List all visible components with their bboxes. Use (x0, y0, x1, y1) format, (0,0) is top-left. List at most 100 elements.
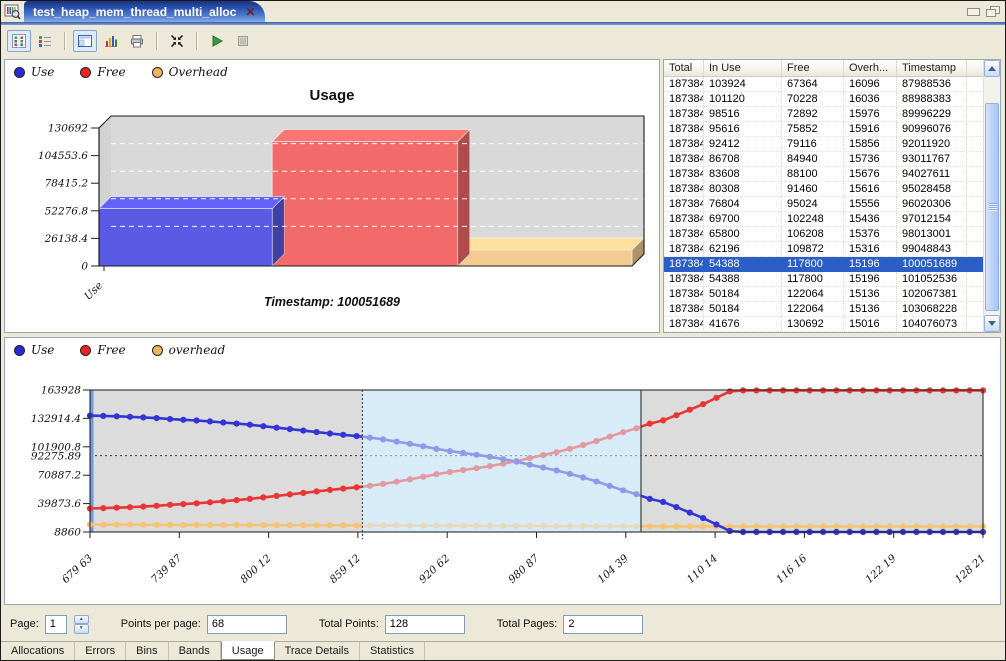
table-cell: 187384 (664, 317, 704, 331)
table-cell: 50184 (704, 302, 782, 316)
table-cell: 99048843 (897, 242, 967, 256)
table-cell: 15016 (844, 317, 897, 331)
svg-text:163928: 163928 (41, 385, 81, 397)
table-cell: 101052536 (897, 272, 967, 286)
table-cell: 103924 (704, 77, 782, 91)
spinner-down-icon[interactable]: ▼ (74, 624, 89, 634)
tab-trace-details[interactable]: Trace Details (275, 642, 360, 660)
svg-text:116 16: 116 16 (774, 552, 810, 586)
svg-text:800 12: 800 12 (238, 552, 274, 586)
total-pages-value (563, 615, 643, 634)
usage-bar-chart: 026138.452276.878415.2104553.6130692UseU… (5, 60, 659, 332)
free-legend-dot (80, 67, 91, 78)
table-row[interactable]: 18738480308914601561695028458 (664, 182, 983, 197)
editor-layout-icon[interactable] (73, 30, 97, 52)
table-cell: 83608 (704, 167, 782, 181)
table-row[interactable]: 18738483608881001567694027611 (664, 167, 983, 182)
table-cell: 87988536 (897, 77, 967, 91)
svg-text:122 19: 122 19 (863, 552, 899, 586)
table-cell: 86708 (704, 152, 782, 166)
scroll-down-icon[interactable] (984, 315, 1000, 332)
column-header-in-use[interactable]: In Use (704, 60, 782, 76)
column-header-total[interactable]: Total (664, 60, 704, 76)
column-header-overh[interactable]: Overh... (844, 60, 897, 76)
table-cell: 89996229 (897, 107, 967, 121)
table-scrollbar[interactable] (983, 60, 1000, 332)
table-cell: 187384 (664, 152, 704, 166)
gallery-view-icon[interactable] (7, 30, 31, 52)
table-row[interactable]: 1873844167613069215016104076073 (664, 317, 983, 332)
list-view-icon[interactable] (33, 30, 57, 52)
tab-errors[interactable]: Errors (75, 642, 126, 660)
legend-item: Free (80, 343, 125, 357)
table-row[interactable]: 1873845018412206415136102067381 (664, 287, 983, 302)
tab-allocations[interactable]: Allocations (1, 642, 75, 660)
svg-text:110 14: 110 14 (685, 552, 720, 586)
table-row[interactable]: 187384658001062081537698013001 (664, 227, 983, 242)
points-per-page-input[interactable] (207, 615, 287, 634)
bar-chart-icon[interactable] (99, 30, 123, 52)
editor-tab[interactable]: test_heap_mem_thread_multi_alloc ✕ (24, 1, 265, 22)
tab-bins[interactable]: Bins (126, 642, 168, 660)
table-cell: 95028458 (897, 182, 967, 196)
scrollbar-thumb[interactable] (985, 103, 999, 311)
print-icon[interactable] (125, 30, 149, 52)
table-row[interactable]: 1873845018412206415136103068228 (664, 302, 983, 317)
svg-text:26138.4: 26138.4 (44, 233, 88, 245)
run-icon[interactable] (205, 30, 229, 52)
usage-line-chart[interactable]: 886039873.670887.2101900.8132914.4163928… (5, 338, 1000, 604)
table-row[interactable]: 187384621961098721531699048843 (664, 242, 983, 257)
table-cell: 54388 (704, 257, 782, 271)
fit-window-icon[interactable] (165, 30, 189, 52)
page-input[interactable] (45, 615, 67, 634)
table-row[interactable]: 18738498516728921597689996229 (664, 107, 983, 122)
table-row[interactable]: 187384697001022481543697012154 (664, 212, 983, 227)
application-window: test_heap_mem_thread_multi_alloc ✕ Use Fr… (0, 0, 1006, 661)
editor-tab-label: test_heap_mem_thread_multi_alloc (33, 5, 236, 19)
table-cell: 100051689 (897, 257, 967, 271)
table-cell: 76804 (704, 197, 782, 211)
table-row[interactable]: 18738492412791161585692011920 (664, 137, 983, 152)
table-row[interactable]: 18738486708849401573693011767 (664, 152, 983, 167)
bar-use (99, 209, 272, 266)
table-cell: 41676 (704, 317, 782, 331)
main-content: UseFreeOverhead 026138.452276.878415.210… (1, 57, 1005, 607)
table-cell: 187384 (664, 257, 704, 271)
restore-icon[interactable] (985, 5, 999, 17)
table-header: TotalIn UseFreeOverh...Timestamp (664, 60, 983, 77)
table-row[interactable]: 18738476804950241555696020306 (664, 197, 983, 212)
table-row-selected[interactable]: 1873845438811780015196100051689 (664, 257, 983, 272)
svg-text:52276.8: 52276.8 (45, 205, 89, 217)
legend-item: Use (14, 343, 54, 357)
scroll-up-icon[interactable] (984, 60, 1000, 77)
table-cell: 187384 (664, 287, 704, 301)
usage-table-panel: TotalIn UseFreeOverh...Timestamp18738410… (663, 59, 1001, 333)
table-cell: 54388 (704, 272, 782, 286)
table-cell: 72892 (782, 107, 844, 121)
timestamp-annotation: Timestamp: 100051689 (264, 295, 400, 309)
svg-text:104 39: 104 39 (595, 552, 631, 586)
svg-text:70887.2: 70887.2 (38, 470, 82, 482)
close-icon[interactable]: ✕ (245, 6, 255, 18)
svg-text:39873.6: 39873.6 (38, 498, 82, 510)
table-cell: 187384 (664, 272, 704, 286)
legend-label: Overhead (169, 65, 228, 79)
table-cell: 187384 (664, 122, 704, 136)
table-row[interactable]: 1873845438811780015196101052536 (664, 272, 983, 287)
tab-bands[interactable]: Bands (169, 642, 221, 660)
tab-statistics[interactable]: Statistics (360, 642, 425, 660)
table-row[interactable]: 187384101120702281603688988383 (664, 92, 983, 107)
column-header-timestamp[interactable]: Timestamp (897, 60, 967, 76)
table-cell: 187384 (664, 197, 704, 211)
svg-text:920 62: 920 62 (417, 552, 453, 586)
column-header-free[interactable]: Free (782, 60, 844, 76)
table-cell: 98013001 (897, 227, 967, 241)
table-cell: 187384 (664, 212, 704, 226)
legend-item: overhead (152, 343, 226, 357)
minimize-icon[interactable] (966, 5, 980, 17)
table-row[interactable]: 187384103924673641609687988536 (664, 77, 983, 92)
table-row[interactable]: 18738495616758521591690996076 (664, 122, 983, 137)
tab-usage[interactable]: Usage (221, 641, 275, 660)
spinner-up-icon[interactable]: ▲ (74, 615, 89, 625)
svg-text:739 87: 739 87 (149, 552, 185, 586)
